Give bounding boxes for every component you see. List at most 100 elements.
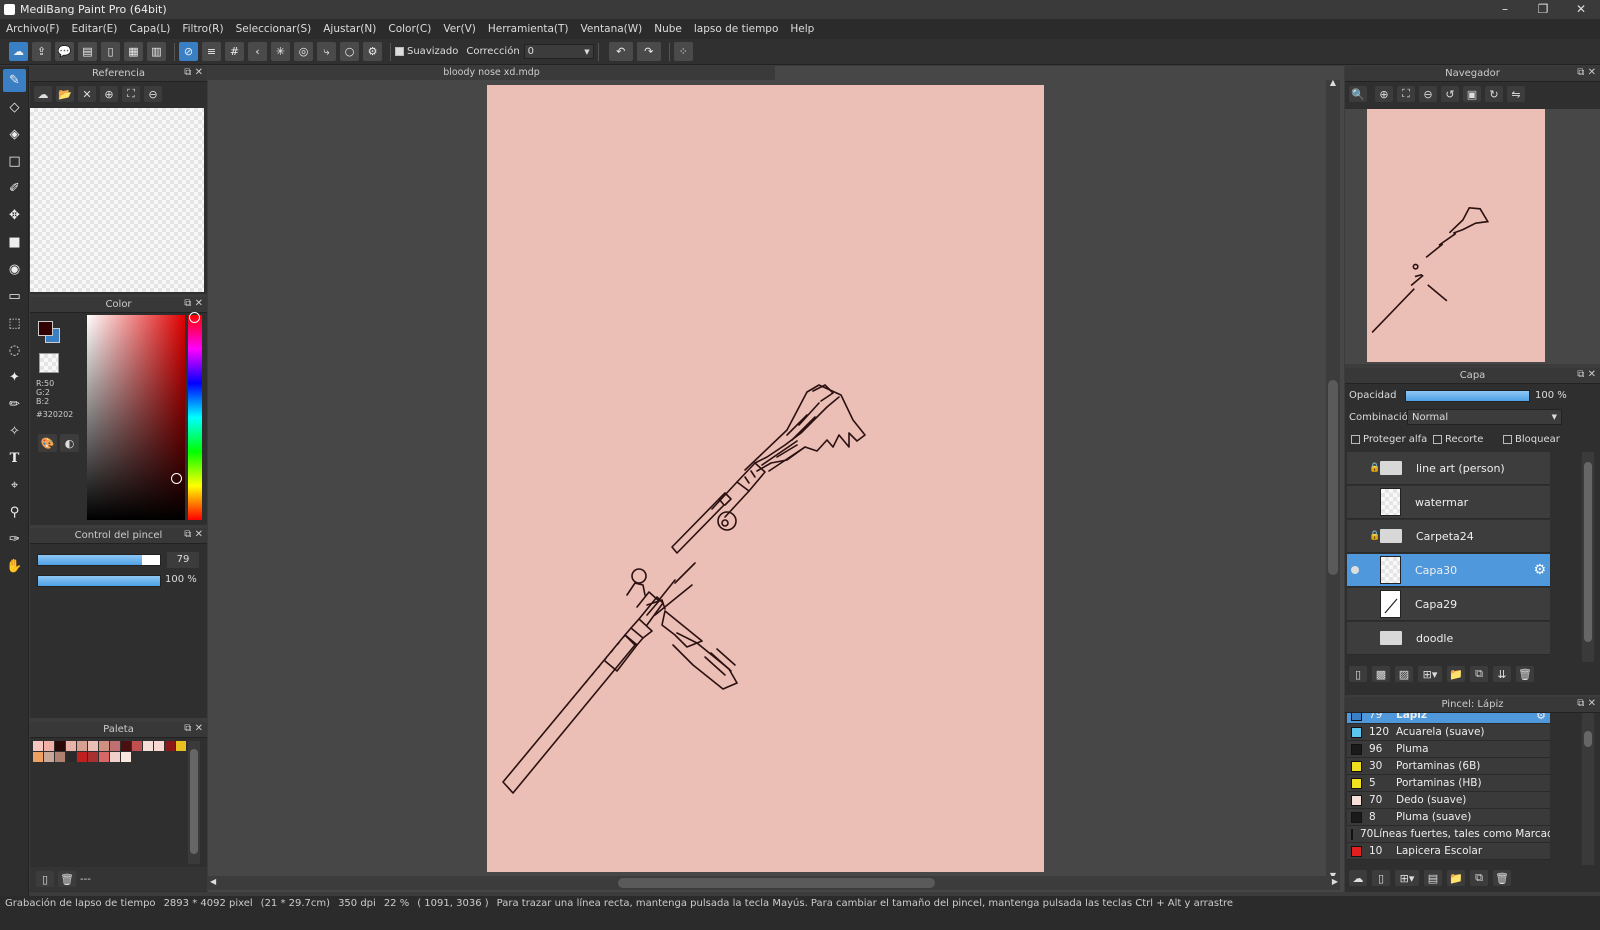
brush-pen-tool-icon[interactable]: ✑ xyxy=(3,528,26,551)
palette-swatch[interactable] xyxy=(121,741,131,751)
delete-palette-icon[interactable]: 🗑 xyxy=(58,871,76,887)
navigator-preview[interactable] xyxy=(1345,109,1600,364)
panel-detach-close-icon[interactable]: ⧉ ✕ xyxy=(184,529,203,540)
brush-row-selected[interactable]: 79 Lápiz ⚙ xyxy=(1347,713,1550,724)
visibility-icon[interactable] xyxy=(1351,566,1359,574)
color-swatches[interactable] xyxy=(38,321,62,345)
scroll-left-icon[interactable]: ◀ xyxy=(210,877,216,886)
layer-row[interactable]: Capa29 xyxy=(1347,588,1550,621)
layer-row[interactable]: doodle xyxy=(1347,622,1550,655)
lock-icon[interactable]: 🔒 xyxy=(1369,463,1380,473)
zoom-out-icon[interactable]: ⊖ xyxy=(1419,86,1437,102)
palette-swatch[interactable] xyxy=(44,741,54,751)
new-palette-icon[interactable]: ▯ xyxy=(36,871,54,887)
brush-row[interactable]: 10 Lapicera Escolar xyxy=(1347,843,1550,860)
brush-folder-icon[interactable]: 📁 xyxy=(1447,870,1465,886)
merge-down-icon[interactable]: ⇊ xyxy=(1493,666,1511,682)
rotate-right-icon[interactable]: ↻ xyxy=(1485,86,1503,102)
palette-swatch[interactable] xyxy=(110,741,120,751)
palette-scrollbar[interactable] xyxy=(188,741,200,864)
brush-row[interactable]: 120 Acuarela (suave) xyxy=(1347,724,1550,741)
menu-adjust[interactable]: Ajustar(N) xyxy=(323,23,376,35)
undo-icon[interactable]: ↶ xyxy=(608,42,633,61)
brush-settings-gear-icon[interactable]: ⚙ xyxy=(1536,713,1546,722)
layer-row[interactable]: watermar xyxy=(1347,486,1550,519)
cloud-brush-icon[interactable]: ☁ xyxy=(1349,870,1367,886)
palette-swatch[interactable] xyxy=(99,752,109,762)
close-button[interactable]: ✕ xyxy=(1562,0,1600,19)
blur-eraser-tool-icon[interactable]: ◈ xyxy=(3,123,26,146)
layer-row[interactable]: 🔒 line art (person) xyxy=(1347,452,1550,485)
brush-size-slider[interactable] xyxy=(37,554,161,566)
curve-snap-icon[interactable]: ⤷ xyxy=(317,42,336,61)
bucket-tool-icon[interactable]: ◉ xyxy=(3,258,26,281)
text-tool-icon[interactable]: T xyxy=(3,447,26,470)
saturation-value-picker[interactable] xyxy=(87,315,185,520)
new-8bit-layer-icon[interactable]: ▨ xyxy=(1395,666,1413,682)
layer-opacity-slider[interactable] xyxy=(1405,390,1530,402)
comic-grid-icon[interactable]: ▦ xyxy=(124,42,143,61)
brush-scroll-thumb[interactable] xyxy=(1584,731,1592,747)
brush-row[interactable]: 5 Portaminas (HB) xyxy=(1347,775,1550,792)
menu-cloud[interactable]: Nube xyxy=(654,23,682,35)
duplicate-brush-icon[interactable]: ⧉ xyxy=(1470,870,1488,886)
panel-detach-close-icon[interactable]: ⧉ ✕ xyxy=(1577,698,1596,709)
hue-cursor[interactable] xyxy=(189,312,200,323)
scroll-right-icon[interactable]: ▶ xyxy=(1332,877,1338,886)
palette-swatch[interactable] xyxy=(176,741,186,751)
fill-rect-tool-icon[interactable]: ■ xyxy=(3,231,26,254)
panel-detach-close-icon[interactable]: ⧉ ✕ xyxy=(1577,369,1596,380)
palette-swatch[interactable] xyxy=(99,741,109,751)
menu-select[interactable]: Seleccionar(S) xyxy=(236,23,312,35)
menu-file[interactable]: Archivo(F) xyxy=(6,23,59,35)
cloud-upload-icon[interactable]: ☁ xyxy=(34,86,52,102)
vertical-scroll-thumb[interactable] xyxy=(1328,380,1338,575)
menu-color[interactable]: Color(C) xyxy=(388,23,431,35)
palette-swatch[interactable] xyxy=(66,752,76,762)
lasso-tool-icon[interactable]: ◌ xyxy=(3,339,26,362)
layer-row-selected[interactable]: Capa30 ⚙ xyxy=(1347,554,1550,587)
layer-scroll-thumb[interactable] xyxy=(1584,462,1592,642)
move-tool-icon[interactable]: ✥ xyxy=(3,204,26,227)
menu-tool[interactable]: Herramienta(T) xyxy=(488,23,569,35)
canvas-vertical-scrollbar[interactable]: ▲ ▼ xyxy=(1326,78,1340,880)
deselect-icon[interactable]: ⁘ xyxy=(673,42,693,61)
flip-horizontal-icon[interactable]: ⇋ xyxy=(1507,86,1525,102)
menu-filter[interactable]: Filtro(R) xyxy=(182,23,223,35)
divide-tool-icon[interactable]: ⌖ xyxy=(3,474,26,497)
select-eraser-tool-icon[interactable]: ✧ xyxy=(3,420,26,443)
rotate-left-icon[interactable]: ↺ xyxy=(1441,86,1459,102)
reference-image-area[interactable] xyxy=(30,108,204,292)
palette-swatch[interactable] xyxy=(110,752,120,762)
new-brush-icon[interactable]: ▯ xyxy=(1372,870,1390,886)
palette-swatch[interactable] xyxy=(77,741,87,751)
lock-checkbox[interactable] xyxy=(1503,435,1512,444)
parallel-snap-icon[interactable]: ≡ xyxy=(202,42,221,61)
maximize-button[interactable]: ❐ xyxy=(1524,0,1562,19)
menu-view[interactable]: Ver(V) xyxy=(443,23,476,35)
palette-swatch[interactable] xyxy=(121,752,131,762)
palette-swatch[interactable] xyxy=(55,741,65,751)
palette-swatch[interactable] xyxy=(143,741,153,751)
menu-layer[interactable]: Capa(L) xyxy=(129,23,170,35)
comment-icon[interactable]: 💬 xyxy=(55,42,74,61)
layout-icon[interactable]: ▥ xyxy=(147,42,166,61)
transparent-color-swatch[interactable] xyxy=(39,353,59,373)
brush-scrollbar[interactable] xyxy=(1582,713,1594,865)
horizontal-scroll-thumb[interactable] xyxy=(618,878,935,888)
new-layer-icon[interactable]: ▯ xyxy=(1349,666,1367,682)
panel-detach-close-icon[interactable]: ⧉ ✕ xyxy=(1577,67,1596,78)
hand-tool-icon[interactable]: ✋ xyxy=(3,555,26,578)
zoom-in-icon[interactable]: ⊕ xyxy=(1375,86,1393,102)
layer-settings-gear-icon[interactable]: ⚙ xyxy=(1533,562,1546,578)
document-canvas[interactable] xyxy=(487,85,1044,872)
brush-tool-icon[interactable]: ✎ xyxy=(3,69,26,92)
panel-icon[interactable]: ▤ xyxy=(78,42,97,61)
document-tab[interactable]: bloody nose xd.mdp xyxy=(208,66,775,80)
brush-row[interactable]: 8 Pluma (suave) xyxy=(1347,809,1550,826)
open-folder-icon[interactable]: 📂 xyxy=(56,86,74,102)
shape-tool-icon[interactable]: □ xyxy=(3,150,26,173)
new-folder-icon[interactable]: 📁 xyxy=(1447,666,1465,682)
fit-icon[interactable]: ⛶ xyxy=(122,86,140,102)
palette-swatch[interactable] xyxy=(77,752,87,762)
